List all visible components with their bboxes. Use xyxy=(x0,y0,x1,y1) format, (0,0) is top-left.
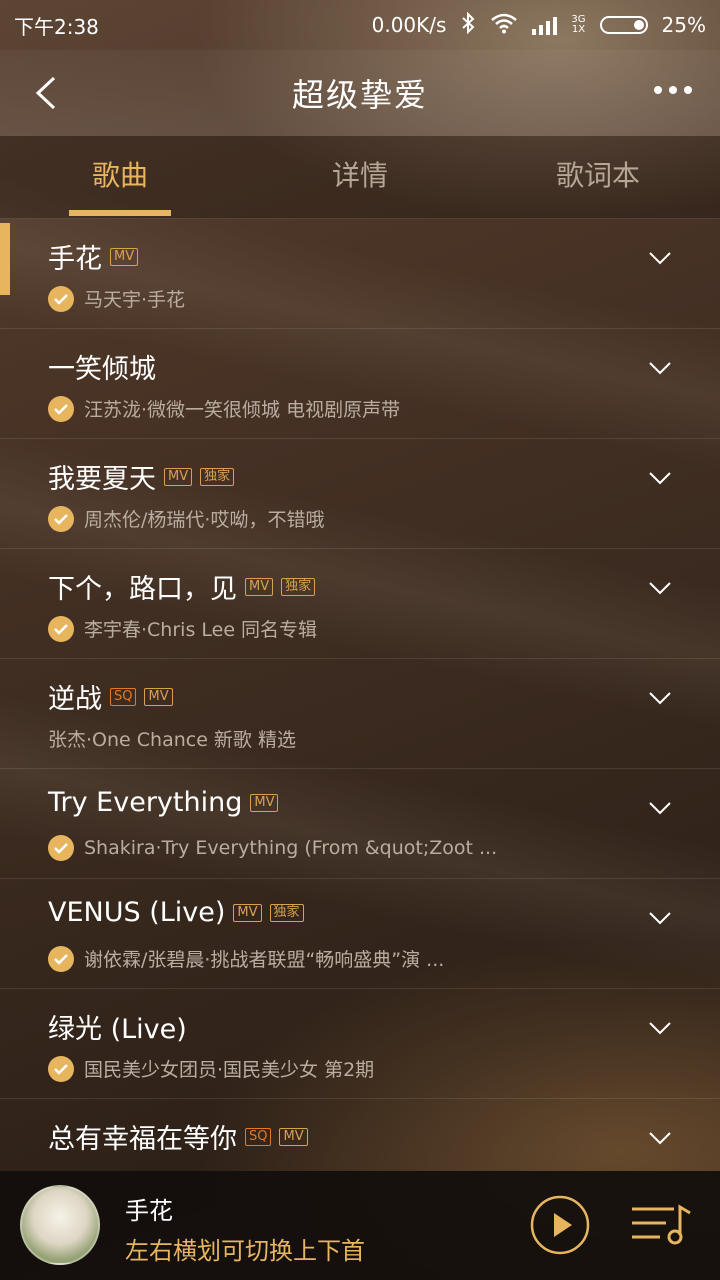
song-subtitle: 张杰·One Chance 新歌 精选 xyxy=(48,729,296,751)
song-title: 绿光 (Live) xyxy=(48,1014,187,1045)
song-row[interactable]: 下个，路口，见 MV 独家 李宇春·Chris Lee 同名专辑 xyxy=(0,549,720,659)
chevron-down-icon[interactable] xyxy=(648,691,672,705)
exclusive-tag: 独家 xyxy=(200,467,235,486)
song-subtitle: 汪苏泷·微微一笑很倾城 电视剧原声带 xyxy=(84,399,401,421)
song-title-line: VENUS (Live) MV 独家 xyxy=(48,897,304,928)
song-title-line: 我要夏天 MV 独家 xyxy=(48,457,235,496)
mv-tag[interactable]: MV xyxy=(245,577,274,596)
song-row[interactable]: Try Everything MV Shakira·Try Everything… xyxy=(0,769,720,879)
bluetooth-icon xyxy=(460,11,476,39)
mv-tag[interactable]: MV xyxy=(250,793,279,812)
chevron-down-icon[interactable] xyxy=(648,581,672,595)
song-title: 手花 xyxy=(48,244,102,275)
play-icon[interactable] xyxy=(530,1195,590,1255)
song-subtitle-line: 汪苏泷·微微一笑很倾城 电视剧原声带 xyxy=(48,395,400,422)
song-list[interactable]: 手花 MV 马天宇·手花 一笑倾城 汪苏泷·微微一笑很倾城 电视剧原声带 我要夏… xyxy=(0,219,720,1171)
song-row[interactable]: 一笑倾城 汪苏泷·微微一笑很倾城 电视剧原声带 xyxy=(0,329,720,439)
song-row[interactable]: VENUS (Live) MV 独家 谢依霖/张碧晨·挑战者联盟“畅响盛典”演 … xyxy=(0,879,720,989)
tab-indicator xyxy=(69,210,171,216)
check-icon xyxy=(48,285,74,312)
chevron-down-icon[interactable] xyxy=(648,1131,672,1145)
sq-tag: SQ xyxy=(110,687,137,706)
check-icon xyxy=(48,945,74,972)
song-row[interactable]: 绿光 (Live) 国民美少女团员·国民美少女 第2期 xyxy=(0,989,720,1099)
wifi-icon xyxy=(490,12,518,39)
network-type: 3G 1X xyxy=(571,14,586,35)
title-bar: 超级挚爱 xyxy=(0,50,720,136)
song-title-line: 一笑倾城 xyxy=(48,347,156,386)
mv-tag[interactable]: MV xyxy=(233,903,262,922)
song-subtitle-line: 国民美少女团员·国民美少女 第2期 xyxy=(48,1055,374,1082)
signal-icon xyxy=(532,15,558,35)
check-icon xyxy=(48,615,74,642)
mv-tag[interactable]: MV xyxy=(164,467,193,486)
status-right: 0.00K/s 3G 1X 25% xyxy=(371,11,706,39)
chevron-down-icon[interactable] xyxy=(648,471,672,485)
chevron-down-icon[interactable] xyxy=(648,911,672,925)
exclusive-tag: 独家 xyxy=(281,577,316,596)
song-subtitle-line: 马天宇·手花 xyxy=(48,285,185,312)
swipe-hint: 左右横划可切换上下首 xyxy=(125,1237,365,1265)
check-icon xyxy=(48,1055,74,1082)
song-subtitle-line: 谢依霖/张碧晨·挑战者联盟“畅响盛典”演 ... xyxy=(48,945,444,972)
song-row[interactable]: 我要夏天 MV 独家 周杰伦/杨瑞代·哎呦，不错哦 xyxy=(0,439,720,549)
tab-songs[interactable]: 歌曲 xyxy=(69,136,171,218)
song-title: 总有幸福在等你 xyxy=(48,1124,237,1155)
song-title: 我要夏天 xyxy=(48,464,156,495)
tab-bar: 歌曲 详情 歌词本 xyxy=(0,136,720,219)
song-title-line: 手花 MV xyxy=(48,237,139,276)
song-subtitle: 马天宇·手花 xyxy=(84,289,186,311)
song-title: 一笑倾城 xyxy=(48,354,156,385)
song-subtitle-line: 李宇春·Chris Lee 同名专辑 xyxy=(48,615,317,642)
battery-icon xyxy=(599,16,648,34)
tab-lyrics[interactable]: 歌词本 xyxy=(530,136,666,218)
song-subtitle-line: 张杰·One Chance 新歌 精选 xyxy=(48,725,296,752)
song-title-line: 绿光 (Live) xyxy=(48,1007,187,1046)
song-subtitle: Shakira·Try Everything (From &quot;Zoot … xyxy=(84,837,498,859)
check-icon xyxy=(48,505,74,532)
song-subtitle: 李宇春·Chris Lee 同名专辑 xyxy=(84,619,318,641)
song-row[interactable]: 逆战 SQ MV 张杰·One Chance 新歌 精选 xyxy=(0,659,720,769)
chevron-down-icon[interactable] xyxy=(648,361,672,375)
song-row[interactable]: 手花 MV 马天宇·手花 xyxy=(0,219,720,329)
playlist-icon[interactable] xyxy=(630,1203,692,1247)
mv-tag[interactable]: MV xyxy=(144,687,173,706)
song-title: 下个，路口，见 xyxy=(48,574,237,605)
song-subtitle-line: 周杰伦/杨瑞代·哎呦，不错哦 xyxy=(48,505,324,532)
song-row[interactable]: 总有幸福在等你 SQ MV xyxy=(0,1099,720,1171)
battery-level: 25% xyxy=(661,13,706,37)
tab-details[interactable]: 详情 xyxy=(310,136,410,218)
mv-tag[interactable]: MV xyxy=(110,247,139,266)
mv-tag[interactable]: MV xyxy=(279,1127,308,1146)
song-title-line: 总有幸福在等你 SQ MV xyxy=(48,1117,308,1156)
exclusive-tag: 独家 xyxy=(269,903,304,922)
album-cover[interactable] xyxy=(20,1185,100,1265)
song-subtitle: 国民美少女团员·国民美少女 第2期 xyxy=(84,1059,375,1081)
now-playing-title: 手花 xyxy=(125,1197,173,1225)
check-icon xyxy=(48,835,74,861)
song-subtitle: 周杰伦/杨瑞代·哎呦，不错哦 xyxy=(84,509,325,531)
chevron-down-icon[interactable] xyxy=(648,1021,672,1035)
page-title: 超级挚爱 xyxy=(291,76,428,114)
sq-tag: SQ xyxy=(245,1127,272,1146)
song-title: Try Everything xyxy=(48,787,243,818)
player-bar[interactable]: 手花 左右横划可切换上下首 xyxy=(0,1171,720,1280)
song-title-line: 下个，路口，见 MV 独家 xyxy=(48,567,316,606)
song-subtitle-line: Shakira·Try Everything (From &quot;Zoot … xyxy=(48,835,497,861)
song-subtitle: 谢依霖/张碧晨·挑战者联盟“畅响盛典”演 ... xyxy=(84,949,445,971)
more-icon[interactable] xyxy=(654,86,692,94)
song-title: 逆战 xyxy=(48,684,102,715)
net-speed: 0.00K/s xyxy=(371,13,447,37)
status-time: 下午2:38 xyxy=(14,14,99,39)
back-icon[interactable] xyxy=(30,74,64,112)
chevron-down-icon[interactable] xyxy=(648,251,672,265)
check-icon xyxy=(48,395,74,422)
song-title-line: 逆战 SQ MV xyxy=(48,677,173,716)
song-title: VENUS (Live) xyxy=(48,897,226,928)
status-bar: 下午2:38 0.00K/s 3G 1X 25% xyxy=(0,0,720,50)
chevron-down-icon[interactable] xyxy=(648,801,672,815)
song-title-line: Try Everything MV xyxy=(48,787,279,818)
